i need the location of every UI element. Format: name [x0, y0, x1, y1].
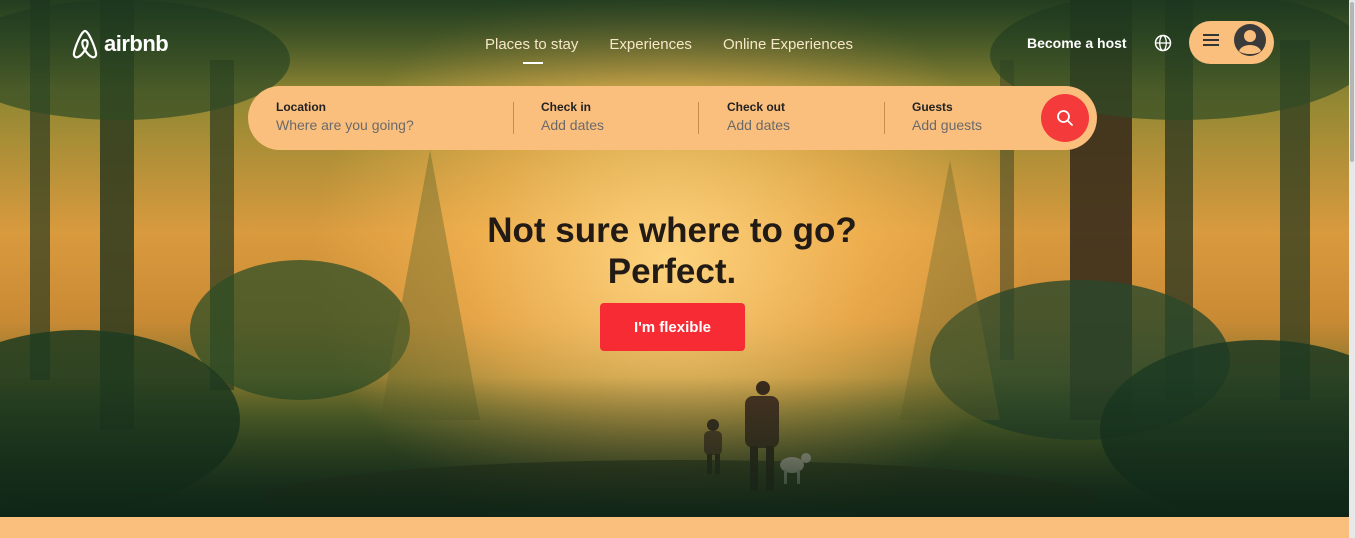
check-out-placeholder: Add dates	[727, 117, 791, 133]
im-flexible-button[interactable]: I'm flexible	[600, 303, 745, 351]
brand-name: airbnb	[104, 31, 169, 56]
profile-menu-button[interactable]	[1189, 21, 1274, 64]
divider	[698, 102, 699, 134]
search-icon	[1057, 110, 1073, 126]
airbnb-logo[interactable]: airbnb	[70, 28, 169, 60]
location-placeholder: Where are you going?	[276, 117, 414, 133]
check-in-label: Check in	[541, 100, 592, 114]
globe-icon[interactable]	[1154, 34, 1172, 57]
location-label: Location	[276, 100, 326, 114]
menu-icon	[1203, 33, 1219, 52]
airbnb-icon	[72, 29, 98, 59]
scrollbar-thumb[interactable]	[1350, 2, 1354, 162]
guests-placeholder: Add guests	[912, 117, 983, 133]
divider	[884, 102, 885, 134]
nav-places-to-stay[interactable]: Places to stay	[485, 36, 578, 64]
nav-experiences[interactable]: Experiences	[609, 36, 692, 53]
check-out-label: Check out	[727, 100, 786, 114]
check-in-field[interactable]: Check in Add dates	[541, 100, 604, 133]
page-scrollbar[interactable]	[1349, 0, 1355, 538]
check-out-field[interactable]: Check out Add dates	[727, 100, 790, 133]
location-field[interactable]: Location Where are you going?	[276, 100, 414, 133]
become-host-link[interactable]: Become a host	[1027, 35, 1127, 51]
guests-label: Guests	[912, 100, 953, 114]
search-bar: Location Where are you going? Check in A…	[248, 86, 1097, 150]
nav-online-experiences[interactable]: Online Experiences	[723, 36, 853, 53]
main-nav: Places to stay Experiences Online Experi…	[485, 36, 853, 64]
divider	[513, 102, 514, 134]
user-avatar-icon	[1234, 24, 1266, 61]
guests-field[interactable]: Guests Add guests	[912, 100, 982, 133]
search-button[interactable]	[1041, 94, 1089, 142]
check-in-placeholder: Add dates	[541, 117, 605, 133]
hero-headline: Not sure where to go? Perfect.	[487, 211, 857, 291]
